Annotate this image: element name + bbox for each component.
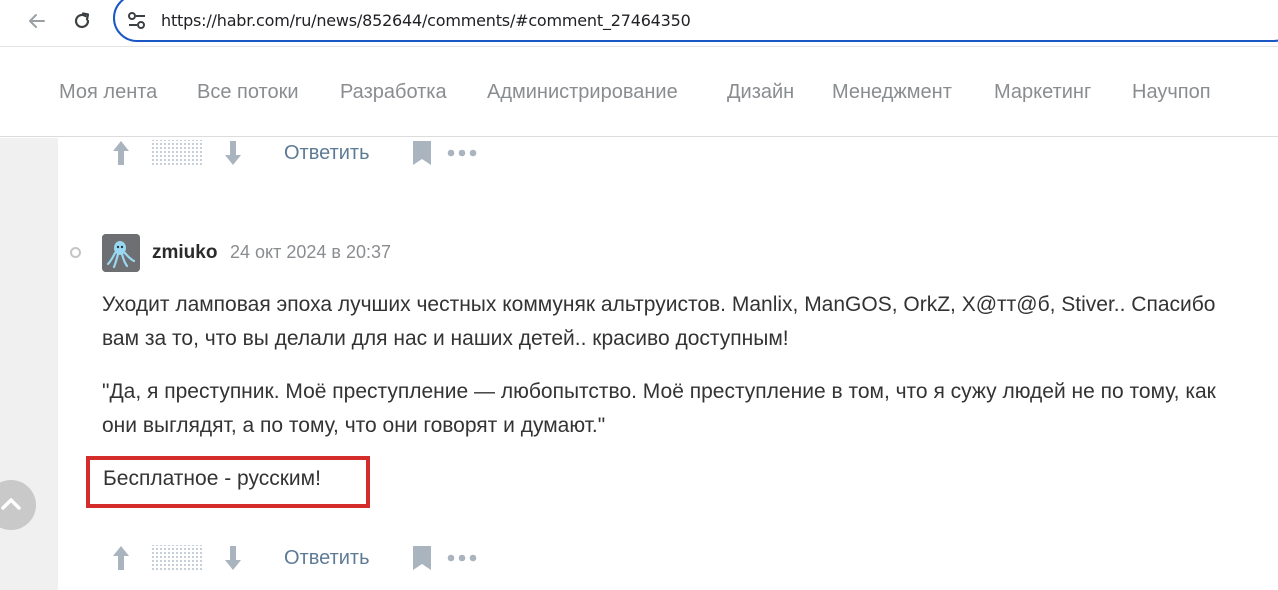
more-icon xyxy=(447,554,476,562)
hub-item-all-streams[interactable]: Все потоки xyxy=(197,81,299,104)
scroll-up-icon xyxy=(1,498,21,510)
more-icon xyxy=(447,149,476,157)
comment-author[interactable]: zmiuko xyxy=(152,242,217,264)
octopus-avatar-icon xyxy=(102,234,140,272)
score-hidden xyxy=(152,544,202,572)
scroll-up-button[interactable] xyxy=(0,480,36,530)
reply-button[interactable]: Ответить xyxy=(284,142,370,165)
thread-indicator xyxy=(70,247,81,258)
hub-item-marketing[interactable]: Маркетинг xyxy=(994,81,1091,104)
downvote-button[interactable] xyxy=(220,139,246,167)
reload-button[interactable] xyxy=(67,6,97,36)
upvote-button[interactable] xyxy=(108,139,134,167)
avatar[interactable] xyxy=(102,234,140,272)
upvote-icon xyxy=(113,546,129,570)
hub-item-administration[interactable]: Администрирование xyxy=(487,81,678,104)
hub-item-management[interactable]: Менеджмент xyxy=(832,81,952,104)
bookmark-icon xyxy=(412,141,431,165)
url-text[interactable]: https://habr.com/ru/news/852644/comments… xyxy=(161,11,691,30)
highlight-box xyxy=(86,456,370,508)
reload-icon xyxy=(74,12,90,29)
comment-quote-paragraph: "Да, я преступник. Моё преступление — лю… xyxy=(102,380,1216,437)
upvote-button[interactable] xyxy=(108,544,134,572)
downvote-button[interactable] xyxy=(220,544,246,572)
comments-panel xyxy=(58,138,1278,590)
hub-navigation: Моя лента Все потоки Разработка Админист… xyxy=(0,48,1278,137)
back-arrow-icon xyxy=(29,14,45,28)
bookmark-icon xyxy=(412,546,431,570)
more-button[interactable] xyxy=(446,149,478,157)
comment-paragraph: Уходит ламповая эпоха лучших честных ком… xyxy=(102,293,1216,350)
bookmark-button[interactable] xyxy=(410,140,434,166)
hub-item-my-feed[interactable]: Моя лента xyxy=(59,81,157,104)
comment-timestamp[interactable]: 24 окт 2024 в 20:37 xyxy=(230,242,391,263)
reply-button[interactable]: Ответить xyxy=(284,547,370,570)
upvote-icon xyxy=(113,141,129,165)
score-hidden-icon xyxy=(152,545,202,571)
hub-item-popsci[interactable]: Научпоп xyxy=(1132,81,1211,104)
back-button[interactable] xyxy=(22,6,52,36)
score-hidden-icon xyxy=(152,140,202,166)
bookmark-button[interactable] xyxy=(410,545,434,571)
comment-actions: Ответить xyxy=(108,543,478,573)
more-button[interactable] xyxy=(446,554,478,562)
browser-toolbar: https://habr.com/ru/news/852644/comments… xyxy=(0,0,1278,47)
comment-actions-previous: Ответить xyxy=(108,138,478,168)
downvote-icon xyxy=(225,141,241,165)
hub-item-design[interactable]: Дизайн xyxy=(727,81,794,104)
downvote-icon xyxy=(225,546,241,570)
score-hidden xyxy=(152,139,202,167)
hub-item-development[interactable]: Разработка xyxy=(340,81,447,104)
site-settings-icon[interactable] xyxy=(126,10,148,32)
address-bar[interactable]: https://habr.com/ru/news/852644/comments… xyxy=(113,0,1278,42)
